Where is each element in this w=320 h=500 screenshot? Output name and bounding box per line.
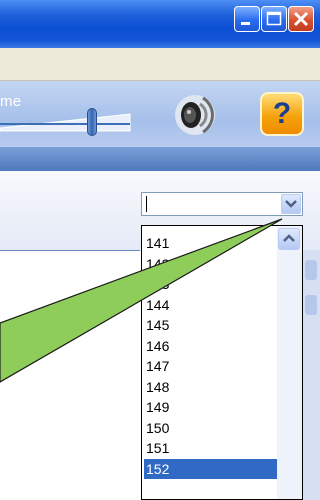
title-bar [0, 0, 320, 48]
dropdown-item[interactable]: 141 [144, 233, 278, 253]
dropdown-item[interactable]: 147 [144, 356, 278, 376]
dropdown-item[interactable]: 143 [144, 274, 278, 294]
minimize-button[interactable] [234, 6, 260, 32]
dropdown-item[interactable]: 150 [144, 418, 278, 438]
close-button[interactable] [288, 6, 314, 32]
volume-label: me [0, 93, 22, 110]
number-combo-box[interactable] [141, 192, 303, 216]
chevron-down-icon [285, 200, 297, 208]
scroll-up-icon [283, 234, 295, 242]
section-band [0, 147, 320, 171]
dropdown-item[interactable]: 144 [144, 295, 278, 315]
side-control[interactable] [305, 260, 317, 280]
dropdown-item[interactable]: 145 [144, 315, 278, 335]
menu-bar [0, 48, 320, 81]
dropdown-list[interactable]: 141 142 143 144 145 146 147 148 149 150 151 152 [141, 225, 303, 500]
scroll-up-button[interactable] [278, 228, 300, 250]
speaker-icon[interactable] [173, 93, 217, 137]
text-caret [146, 196, 147, 212]
side-panel [303, 250, 320, 500]
volume-slider-track[interactable] [0, 110, 132, 132]
dropdown-item[interactable]: 148 [144, 377, 278, 397]
close-icon [293, 11, 309, 27]
maximize-button[interactable] [261, 6, 287, 32]
side-control[interactable] [305, 295, 317, 315]
panel-divider [0, 250, 140, 251]
help-icon: ? [272, 97, 292, 130]
dropdown-item[interactable]: 142 [144, 254, 278, 274]
dropdown-item[interactable]: 146 [144, 336, 278, 356]
dropdown-item[interactable]: 149 [144, 397, 278, 417]
dropdown-item[interactable]: 151 [144, 438, 278, 458]
dropdown-button[interactable] [281, 194, 301, 214]
dropdown-item[interactable]: 152 [144, 458, 278, 479]
minimize-icon [241, 22, 250, 25]
maximize-icon [266, 11, 282, 26]
help-button[interactable]: ? [260, 92, 304, 136]
list-scrollbar[interactable] [277, 226, 302, 499]
volume-slider-thumb[interactable] [87, 108, 97, 136]
